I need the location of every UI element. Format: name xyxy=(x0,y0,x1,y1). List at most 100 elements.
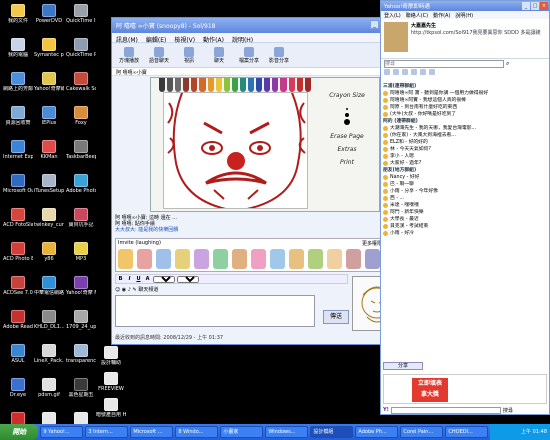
desktop-icon[interactable]: Adobe Reader 7.0 xyxy=(3,310,33,330)
tool-chat[interactable]: 聊天 xyxy=(206,46,232,64)
profile-status[interactable]: http://tkpsol.com/Sol917我見要異思你 SDDD 多是讓錢 xyxy=(411,29,540,36)
imvironment-thumb[interactable] xyxy=(327,249,342,269)
imvironment-thumb[interactable] xyxy=(346,249,361,269)
imvironment-thumb[interactable] xyxy=(213,249,228,269)
mail-icon[interactable] xyxy=(384,69,390,75)
crayon-swatch[interactable] xyxy=(256,78,263,92)
contact-item[interactable]: 西 - ... xyxy=(383,195,547,202)
desktop-icon[interactable]: y86 xyxy=(34,242,64,262)
tool-voice[interactable]: 語音聊天 xyxy=(146,46,172,64)
contact-item[interactable]: 阿門 - 新年快樂 xyxy=(383,209,547,216)
crayon-swatch[interactable] xyxy=(175,78,182,92)
contact-item[interactable]: 米達 - 嘿嘿嘿 xyxy=(383,202,547,209)
menu-item[interactable]: 動作(A) xyxy=(433,12,450,19)
tool-file-share[interactable]: 檔案分享 xyxy=(236,46,262,64)
desktop-icon[interactable]: LineX_Pack... xyxy=(34,344,64,364)
print-button[interactable]: Print xyxy=(316,159,378,166)
imvironment-thumb[interactable] xyxy=(251,249,266,269)
imvironment-thumb[interactable] xyxy=(137,249,152,269)
desktop-icon[interactable]: Cakewalk Sonar 5 xyxy=(66,72,96,92)
taskbar-button[interactable]: 3 Intern... xyxy=(85,426,129,438)
crayon-swatch[interactable] xyxy=(191,78,198,92)
crayon-swatch[interactable] xyxy=(312,78,319,92)
taskbar-button[interactable]: CHOEDI... xyxy=(445,426,489,438)
taskbar-button[interactable]: Adobe Ph... xyxy=(355,426,399,438)
contact-group[interactable]: 三浦(連帶群組) xyxy=(383,83,547,90)
contact-item[interactable]: 林 - 今天天氣如何? xyxy=(383,146,547,153)
taskbar-button[interactable]: 8 Windo... xyxy=(175,426,219,438)
ad-banner[interactable]: 立即填表 拿大獎 xyxy=(383,374,547,404)
contact-item[interactable]: ELZ和 - 好的好的 xyxy=(383,139,547,146)
erase-page-button[interactable]: Erase Page xyxy=(316,133,378,140)
desktop-icon[interactable]: ACD Photo Editor 3.1 xyxy=(3,242,33,262)
italic-button[interactable]: I xyxy=(126,276,133,282)
desktop-icon[interactable]: 設計輔助 xyxy=(96,346,126,366)
contact-item[interactable]: Nancy - 好好 xyxy=(383,174,547,181)
tool-media-share[interactable]: 影音分享 xyxy=(266,46,292,64)
taskbar-button[interactable]: Microsoft ... xyxy=(130,426,174,438)
contact-item[interactable]: 大家好 - 過年? xyxy=(383,160,547,167)
maximize-icon[interactable]: □ xyxy=(531,2,539,10)
imvironment-thumb[interactable] xyxy=(156,249,171,269)
profile-name[interactable]: 大嘉嘉先生 xyxy=(411,22,540,29)
crayon-swatch[interactable] xyxy=(223,78,230,92)
menu-item[interactable]: 聯絡人(C) xyxy=(406,12,428,19)
desktop-icon[interactable]: ACDSee 7.0 xyxy=(3,276,33,296)
crayon-swatch[interactable] xyxy=(207,78,214,92)
contact-item[interactable]: 阿原 - 到台南有什麼好吃的東西 xyxy=(383,104,547,111)
search-icon[interactable]: ⌕ xyxy=(506,60,509,68)
desktop-icon[interactable]: 1709_24_upfo... xyxy=(66,310,96,330)
desktop-icon[interactable]: 網路上的芳鄰 xyxy=(3,72,33,92)
desktop-icon[interactable]: TaskbarBeep xyxy=(66,140,96,160)
minimize-icon[interactable]: _ xyxy=(522,2,530,10)
desktop-icon[interactable]: 黑色星期五 xyxy=(66,378,96,398)
games-icon[interactable] xyxy=(411,69,417,75)
menu-item[interactable]: 檢視(V) xyxy=(174,35,195,44)
weather-icon[interactable] xyxy=(402,69,408,75)
taskbar-button[interactable]: 9 Yahoo!... xyxy=(40,426,84,438)
desktop-icon[interactable]: Yahoo!奇摩即時通 xyxy=(34,72,64,92)
contact-item[interactable]: 貝克漢 - 考試結束 xyxy=(383,223,547,230)
size-select[interactable]: 10 xyxy=(177,275,199,283)
crayon-swatch[interactable] xyxy=(231,78,238,92)
start-button[interactable]: 開始 xyxy=(0,424,39,440)
contact-item[interactable]: 大潮灣先生 - 我的天哪，我愛台灣電影... xyxy=(383,125,547,132)
imvironment-thumb[interactable] xyxy=(232,249,247,269)
imvironment-thumb[interactable] xyxy=(175,249,190,269)
crayon-swatch[interactable] xyxy=(215,78,222,92)
crayon-swatch[interactable] xyxy=(239,78,247,92)
contact-item[interactable]: (大牛)大叔 - 你好嗎是好吃到了 xyxy=(383,111,547,118)
desktop-icon[interactable]: Symantec pcAnywhere xyxy=(34,38,64,58)
menu-item[interactable]: 說明(H) xyxy=(232,35,253,44)
font-select[interactable]: Arial xyxy=(153,275,175,283)
tool-video[interactable]: 視訊 xyxy=(176,46,202,64)
contact-item[interactable]: 巴 - 聊一聊 xyxy=(383,181,547,188)
desktop-icon[interactable]: KHLD_DL1... xyxy=(34,310,64,330)
desktop-icon[interactable]: MP3 xyxy=(66,242,96,262)
desktop-icon[interactable]: PowerDVD xyxy=(34,4,64,24)
underline-button[interactable]: U xyxy=(135,276,142,282)
yahoo-search-button[interactable]: 搜尋 xyxy=(503,407,513,414)
desktop-icon[interactable]: FREEVIEW xyxy=(96,372,126,392)
desktop-icon[interactable]: QuickTime Player xyxy=(66,38,96,58)
brush-large[interactable] xyxy=(344,119,350,125)
imvironment-thumb[interactable] xyxy=(289,249,304,269)
contact-item[interactable]: 大學長 - 最近 xyxy=(383,216,547,223)
add-contact-icon[interactable] xyxy=(429,69,435,75)
contact-group[interactable]: 朋友(地方群組) xyxy=(383,167,547,174)
messenger-title-bar[interactable]: Yahoo!奇摩即時通 _ □ × xyxy=(381,1,549,11)
desktop-icon[interactable]: 暗號產自用 HP xyxy=(96,398,126,418)
desktop-icon[interactable]: ASUL xyxy=(3,344,33,364)
contact-search-input[interactable] xyxy=(384,60,504,68)
imvironment-thumb[interactable] xyxy=(308,249,323,269)
desktop-icon[interactable]: pdsm.gif xyxy=(34,378,64,398)
desktop-icon[interactable]: QuickTime Install... xyxy=(66,4,96,24)
desktop-icon[interactable]: 我的文件 xyxy=(3,4,33,24)
taskbar-button[interactable]: 小畫家 xyxy=(220,426,264,438)
contact-item[interactable]: (你在家) - 大風大到海裡去看... xyxy=(383,132,547,139)
brush-medium[interactable] xyxy=(345,113,349,117)
crayon-swatch[interactable] xyxy=(167,78,174,92)
desktop-icon[interactable]: ACD FotoSlate 3.1 xyxy=(3,208,33,228)
menu-item[interactable]: 編輯(E) xyxy=(146,35,166,44)
desktop-icon[interactable]: Dr.eye xyxy=(3,378,33,398)
